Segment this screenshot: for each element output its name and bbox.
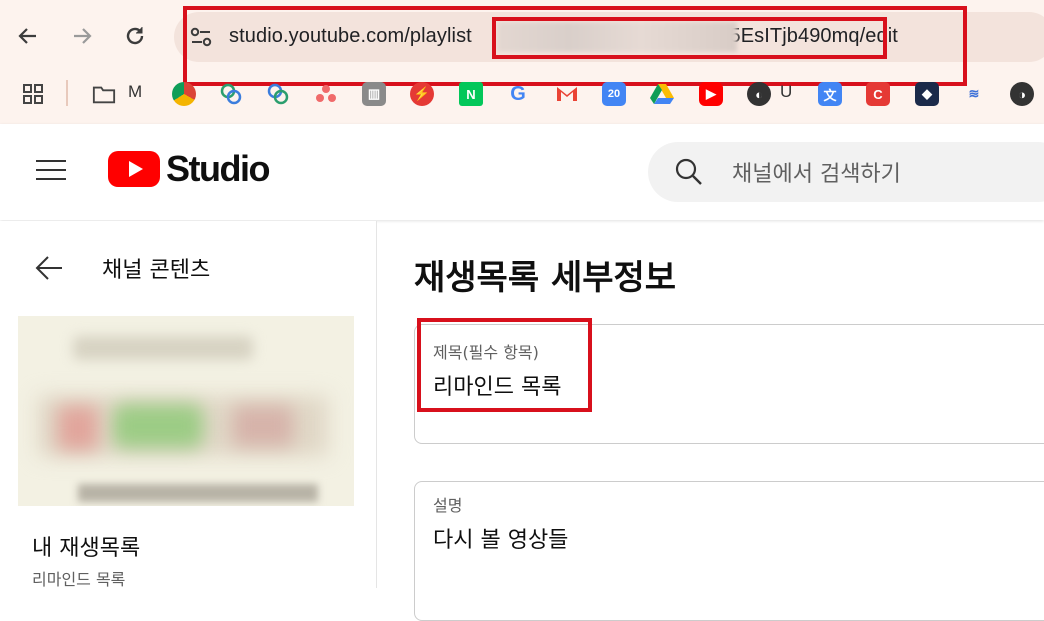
bookmark-dark-icon[interactable]: ◆ [915,82,939,106]
folder-icon[interactable] [92,82,116,106]
reload-button[interactable] [119,20,151,52]
bookmark-c-icon[interactable]: C [866,82,890,106]
youtube-logo-icon[interactable] [108,151,160,187]
description-field[interactable]: 설명 다시 볼 영상들 [414,481,1044,621]
bookmark-knot-icon-2[interactable] [266,82,290,106]
highlight-box-url-id [492,17,887,59]
gmail-icon[interactable] [555,82,579,106]
naver-icon[interactable]: N [459,82,483,106]
globe-icon[interactable]: ◐ [747,82,771,106]
playlist-title: 내 재생목록 [32,536,141,561]
back-arrow-icon[interactable] [34,254,64,282]
asana-icon[interactable] [314,82,338,106]
channel-content-link[interactable]: 채널 콘텐츠 [102,252,210,284]
translate-icon[interactable]: 文 [818,82,842,106]
google-icon[interactable]: G [506,82,530,106]
page-title: 재생목록 세부정보 [414,258,677,298]
description-field-value[interactable]: 다시 볼 영상들 [433,522,568,554]
arrow-left-icon [18,28,36,44]
search-placeholder: 채널에서 검색하기 [732,162,901,187]
playlist-thumbnail[interactable] [18,316,354,506]
description-field-label: 설명 [433,496,463,515]
apps-grid-icon[interactable] [21,82,45,106]
menu-icon[interactable] [36,160,66,182]
highlight-box-title [417,318,592,412]
search-icon[interactable] [674,157,704,187]
calendar-icon[interactable]: 20 [602,82,626,106]
back-navigation-button[interactable] [12,20,44,52]
chrome-icon[interactable] [172,82,196,106]
bookmark-knot-icon[interactable] [219,82,243,106]
playlist-subtitle: 리마인드 목록 [32,570,126,589]
trello-icon[interactable]: ▥ [362,82,386,106]
arrow-right-icon [74,28,92,44]
studio-logo-text[interactable]: Studio [166,148,270,190]
forward-navigation-button[interactable] [66,20,98,52]
bookmark-label-m[interactable]: M [128,82,142,102]
bookmarks-divider [66,80,68,106]
youtube-icon[interactable]: ▶ [699,82,723,106]
google-drive-icon[interactable] [650,82,674,106]
reload-icon [126,27,144,45]
globe-icon-2[interactable]: ◑ [1010,82,1034,106]
bookmark-label-u[interactable]: U [780,82,792,102]
bookmark-dna-icon[interactable]: ≋ [962,82,986,106]
bookmark-red-icon[interactable]: ⚡ [410,82,434,106]
